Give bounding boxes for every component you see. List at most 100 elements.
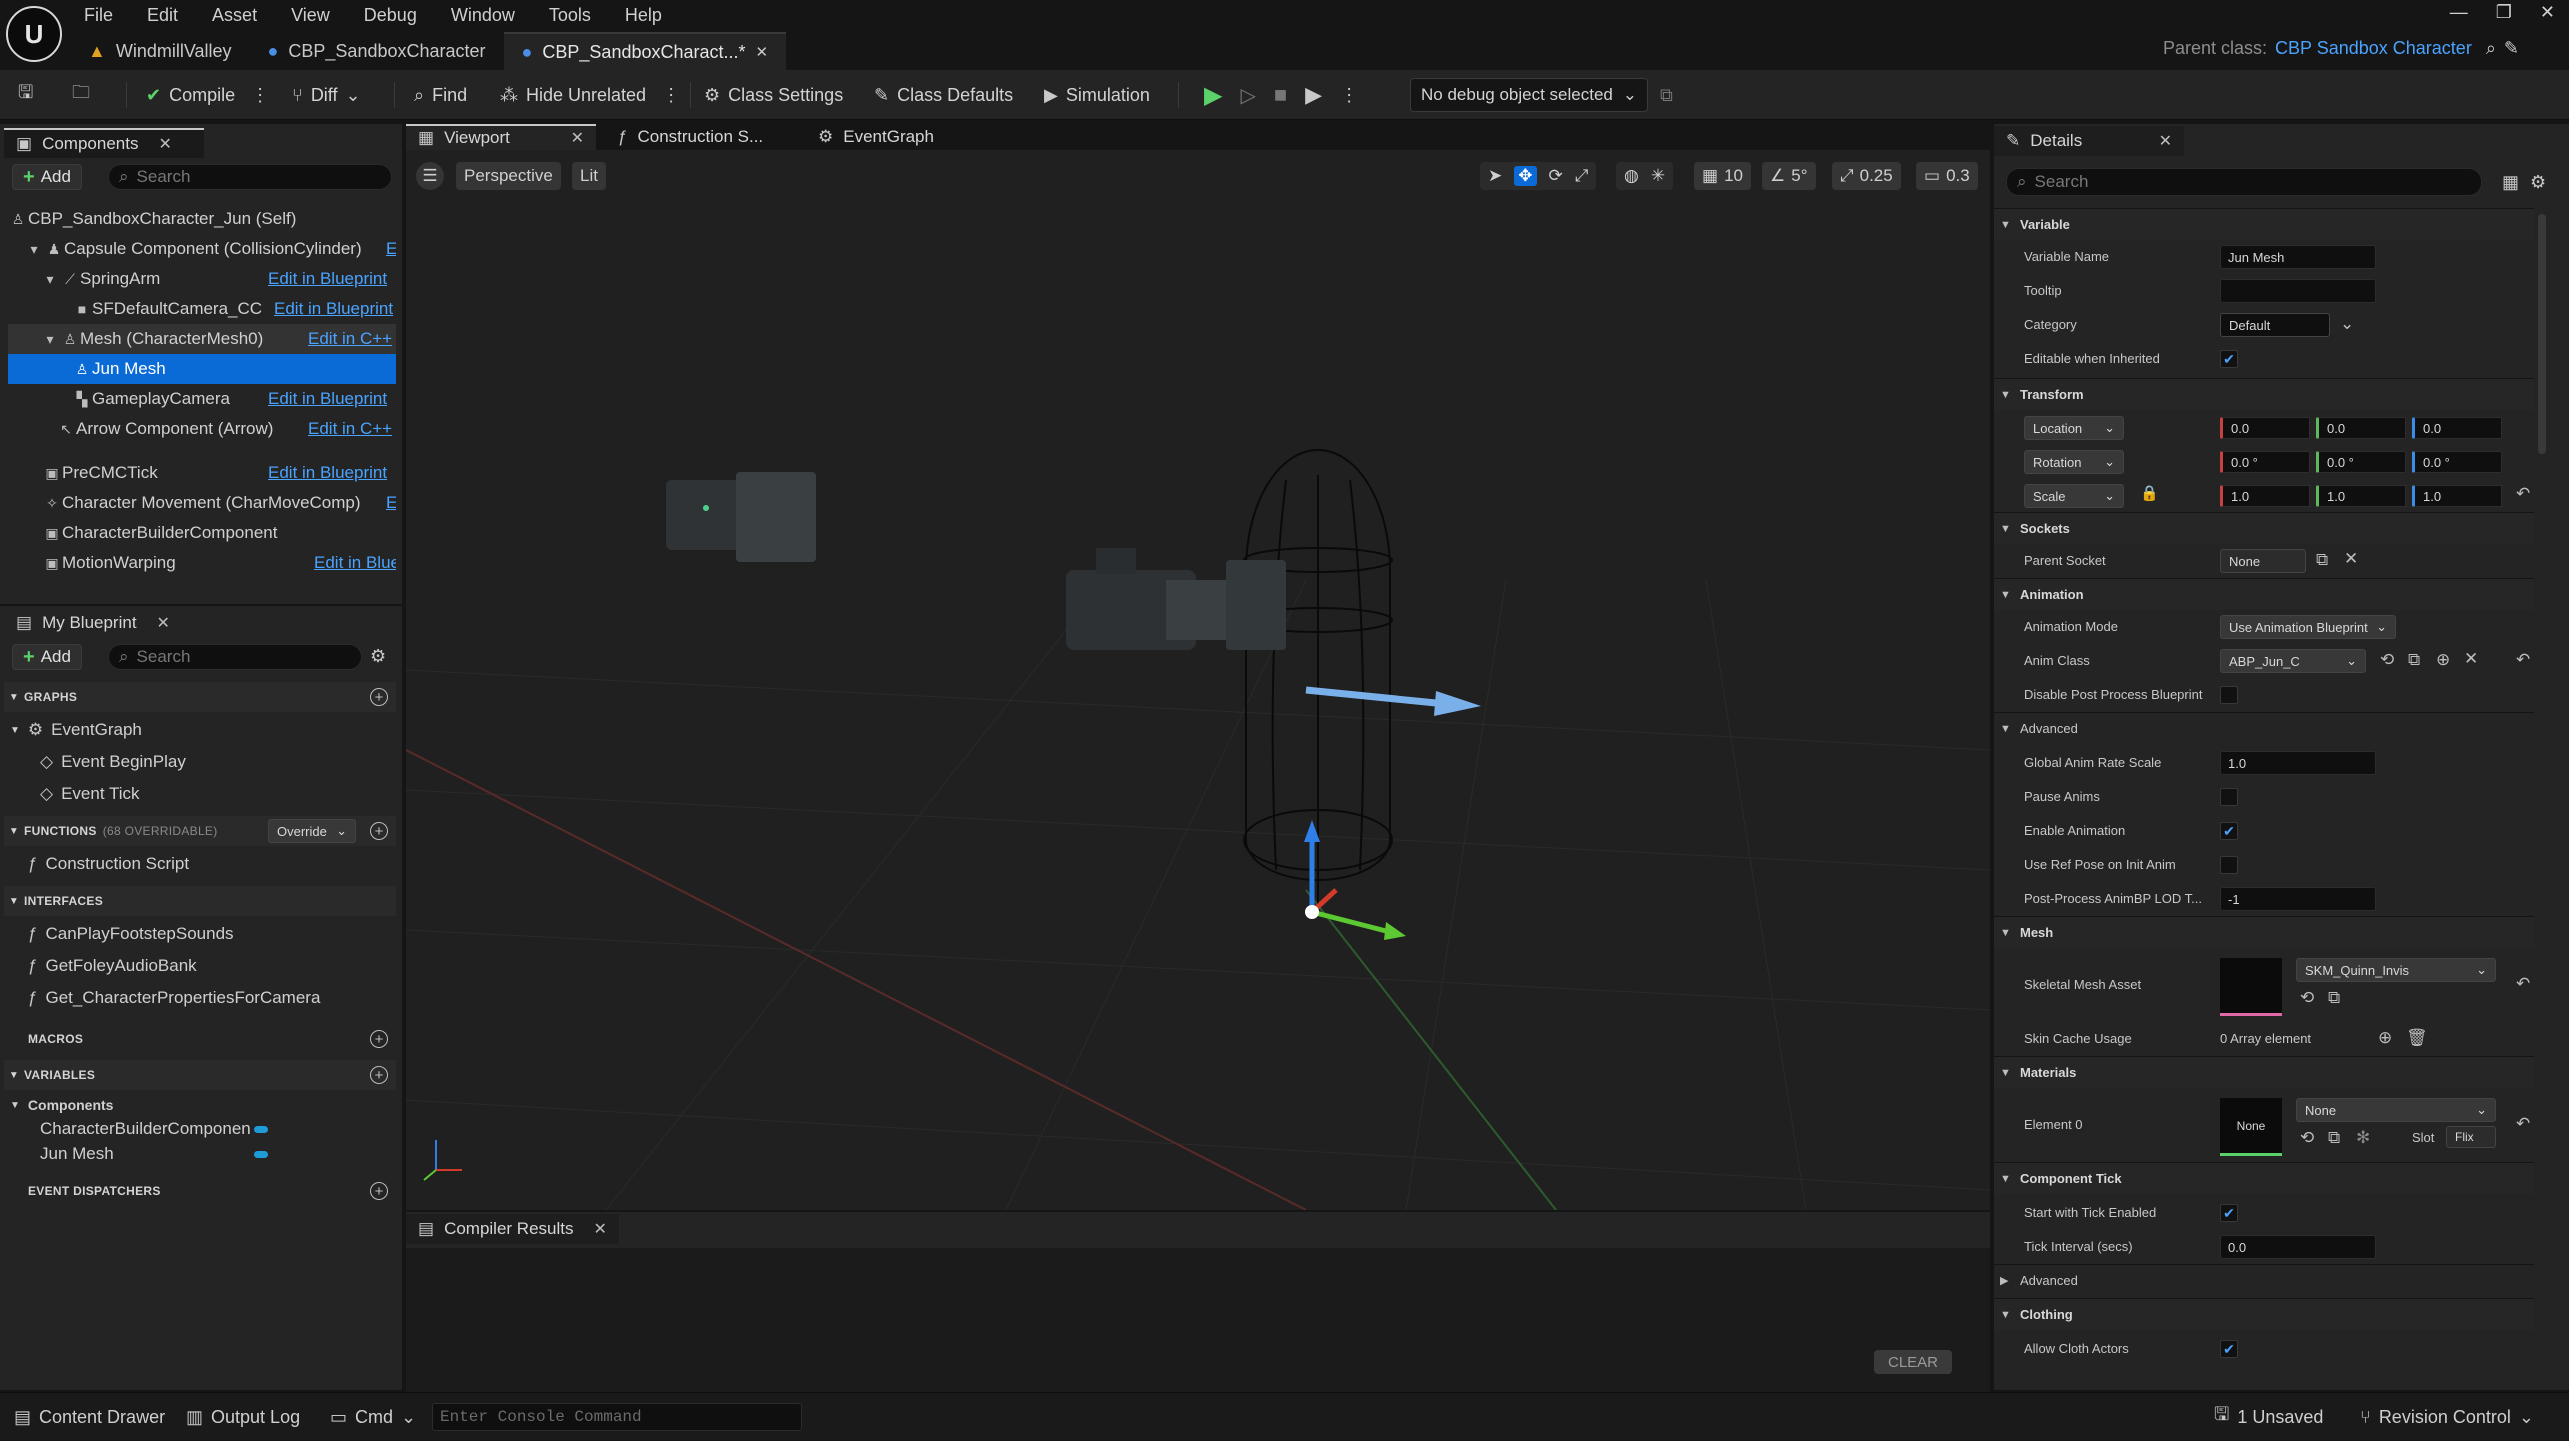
tab-construction-script[interactable]: ƒ Construction S...	[606, 124, 775, 150]
skeletal-mesh-thumbnail[interactable]	[2220, 958, 2282, 1016]
add-member-button[interactable]: + Add	[12, 644, 82, 670]
rotation-x-input[interactable]: 0.0 °	[2220, 451, 2310, 473]
editable-checkbox[interactable]: ✔	[2220, 350, 2238, 368]
section-graphs[interactable]: ▼ GRAPHS	[4, 682, 396, 712]
category-combo[interactable]: Default	[2220, 313, 2330, 337]
section-mesh[interactable]: ▼ Mesh	[1994, 916, 2534, 948]
reset-icon[interactable]: ↶	[2516, 974, 2530, 994]
reset-icon[interactable]: ↶	[2516, 484, 2530, 504]
components-search-input[interactable]: ⌕ Search	[108, 164, 392, 190]
restore-icon[interactable]: ❐	[2496, 2, 2512, 23]
viewport-options-button[interactable]: ☰	[416, 162, 444, 190]
output-log-button[interactable]: ▥ Output Log	[186, 1393, 300, 1441]
close-icon[interactable]: ✕	[157, 613, 170, 633]
variable-item[interactable]: Jun Mesh	[40, 1141, 114, 1167]
search-icon[interactable]: ⌕	[2486, 38, 2496, 59]
cmd-dropdown[interactable]: ▭ Cmd ⌄	[330, 1393, 416, 1441]
simulation-button[interactable]: ▶ Simulation	[1044, 70, 1150, 120]
add-component-button[interactable]: + Add	[12, 164, 82, 190]
add-graph-icon[interactable]: +	[370, 688, 388, 706]
reset-icon[interactable]: ↶	[2516, 650, 2530, 670]
material-thumbnail[interactable]: None	[2220, 1098, 2282, 1156]
trash-icon[interactable]: 🗑	[2406, 1028, 2428, 1048]
find-button[interactable]: ⌕ Find	[414, 70, 467, 120]
browse-socket-icon[interactable]: ⧉	[2316, 550, 2328, 570]
close-icon[interactable]: ✕	[594, 1219, 607, 1239]
rotation-z-input[interactable]: 0.0 °	[2412, 451, 2502, 473]
slot-field[interactable]: Flix	[2446, 1126, 2496, 1148]
pp-lod-input[interactable]: -1	[2220, 887, 2376, 911]
browse-icon[interactable]: ⧉	[2328, 1128, 2340, 1148]
scale-icon[interactable]: ⤢	[1575, 166, 1589, 186]
anim-class-dropdown[interactable]: ABP_Jun_C ⌄	[2220, 649, 2366, 673]
interface-item[interactable]: ƒ CanPlayFootstepSounds	[28, 918, 234, 950]
tree-row-character-builder[interactable]: ▣ CharacterBuilderComponent	[8, 518, 396, 548]
tree-row-gameplaycamera[interactable]: ▚ GameplayCamera Edit in Blueprint	[8, 384, 396, 414]
section-interfaces[interactable]: ▼ INTERFACES	[4, 886, 396, 916]
rotation-y-input[interactable]: 0.0 °	[2316, 451, 2406, 473]
tab-eventgraph[interactable]: ⚙ EventGraph	[806, 124, 946, 150]
save-button[interactable]: 🖫	[18, 70, 33, 120]
more-icon[interactable]: ⋮	[251, 85, 269, 106]
tree-row-character-movement[interactable]: ✧ Character Movement (CharMoveComp) E	[8, 488, 396, 518]
menu-asset[interactable]: Asset	[212, 0, 257, 30]
expand-icon[interactable]: ▾	[24, 241, 44, 258]
content-drawer-button[interactable]: ▤ Content Drawer	[14, 1393, 165, 1441]
more-icon[interactable]: ⋮	[1340, 85, 1358, 106]
variable-item[interactable]: CharacterBuilderComponen	[40, 1116, 270, 1142]
unsaved-button[interactable]: 🖫 1 Unsaved	[2214, 1393, 2323, 1441]
function-construction-script[interactable]: ƒ Construction Script	[28, 848, 189, 880]
tree-row-self[interactable]: ♙ CBP_SandboxCharacter_Jun (Self)	[8, 204, 396, 234]
menu-tools[interactable]: Tools	[549, 0, 591, 30]
scale-z-input[interactable]: 1.0	[2412, 485, 2502, 507]
rotation-mode-dropdown[interactable]: Rotation ⌄	[2024, 450, 2124, 474]
edit-in-blueprint-link[interactable]: Edit in Blueprint	[268, 463, 387, 483]
expand-icon[interactable]: ▾	[40, 271, 60, 288]
browse-icon[interactable]: ⧉	[2408, 650, 2420, 670]
add-macro-icon[interactable]: +	[370, 1030, 388, 1048]
details-search-input[interactable]: ⌕ Search	[2006, 168, 2482, 196]
animation-mode-dropdown[interactable]: Use Animation Blueprint ⌄	[2220, 615, 2396, 639]
section-materials[interactable]: ▼ Materials	[1994, 1056, 2534, 1088]
event-tick[interactable]: ◇ Event Tick	[40, 778, 140, 810]
scale-x-input[interactable]: 1.0	[2220, 485, 2310, 507]
edit-in-cpp-link[interactable]: Edit in C++	[308, 329, 392, 349]
section-animation-advanced[interactable]: ▼ Advanced	[1994, 712, 2534, 744]
reset-icon[interactable]: ↶	[2516, 1114, 2530, 1134]
debug-object-select[interactable]: No debug object selected ⌄	[1410, 78, 1648, 112]
chevron-down-icon[interactable]: ⌄	[2340, 314, 2354, 334]
gear-icon[interactable]: ⚙	[2530, 172, 2546, 193]
clear-button[interactable]: CLEAR	[1874, 1350, 1953, 1374]
edit-in-blueprint-link[interactable]: Edit in Blueprint	[314, 553, 396, 573]
details-scrollbar[interactable]	[2538, 214, 2546, 454]
tab-compiler-results[interactable]: ▤ Compiler Results ✕	[406, 1214, 619, 1244]
browse-button[interactable]: 🗀	[72, 70, 90, 120]
gear-icon[interactable]: ⚙	[370, 646, 386, 667]
override-dropdown[interactable]: Override ⌄	[268, 819, 356, 843]
tab-windmill-valley[interactable]: ▲ WindmillValley	[70, 32, 250, 70]
tab-details[interactable]: ✎ Details ✕	[1994, 126, 2184, 156]
material-options-icon[interactable]: ✻	[2356, 1128, 2370, 1148]
angle-snap-button[interactable]: ∠ 5°	[1762, 162, 1816, 190]
close-icon[interactable]: ✕	[2159, 131, 2172, 151]
diff-button[interactable]: ⑂ Diff ⌄	[292, 70, 361, 120]
use-selected-icon[interactable]: ⟲	[2380, 650, 2394, 670]
class-settings-button[interactable]: ⚙ Class Settings	[704, 70, 843, 120]
tab-cbp-sandbox-character-jun[interactable]: ● CBP_SandboxCharact...* ✕	[503, 32, 787, 70]
parent-class-link[interactable]: CBP Sandbox Character	[2275, 38, 2472, 59]
section-variables[interactable]: ▼ VARIABLES	[4, 1060, 396, 1090]
scale-snap-button[interactable]: ⤢ 0.25	[1832, 162, 1901, 190]
variable-name-input[interactable]: Jun Mesh	[2220, 245, 2376, 269]
section-animation[interactable]: ▼ Animation	[1994, 578, 2534, 610]
unreal-logo-icon[interactable]: U	[6, 6, 62, 62]
edit-in-cpp-link[interactable]: Edit in C++	[308, 419, 392, 439]
location-mode-dropdown[interactable]: Location ⌄	[2024, 416, 2124, 440]
menu-window[interactable]: Window	[451, 0, 515, 30]
menu-view[interactable]: View	[291, 0, 330, 30]
clear-icon[interactable]: ✕	[2344, 549, 2358, 569]
compile-button[interactable]: ✔ Compile ⋮	[146, 70, 269, 120]
close-window-icon[interactable]: ✕	[2540, 2, 2555, 23]
event-beginplay[interactable]: ◇ Event BeginPlay	[40, 746, 186, 778]
edit-in-blueprint-link[interactable]: Edit in Blueprint	[274, 299, 393, 319]
disable-post-process-checkbox[interactable]	[2220, 686, 2238, 704]
